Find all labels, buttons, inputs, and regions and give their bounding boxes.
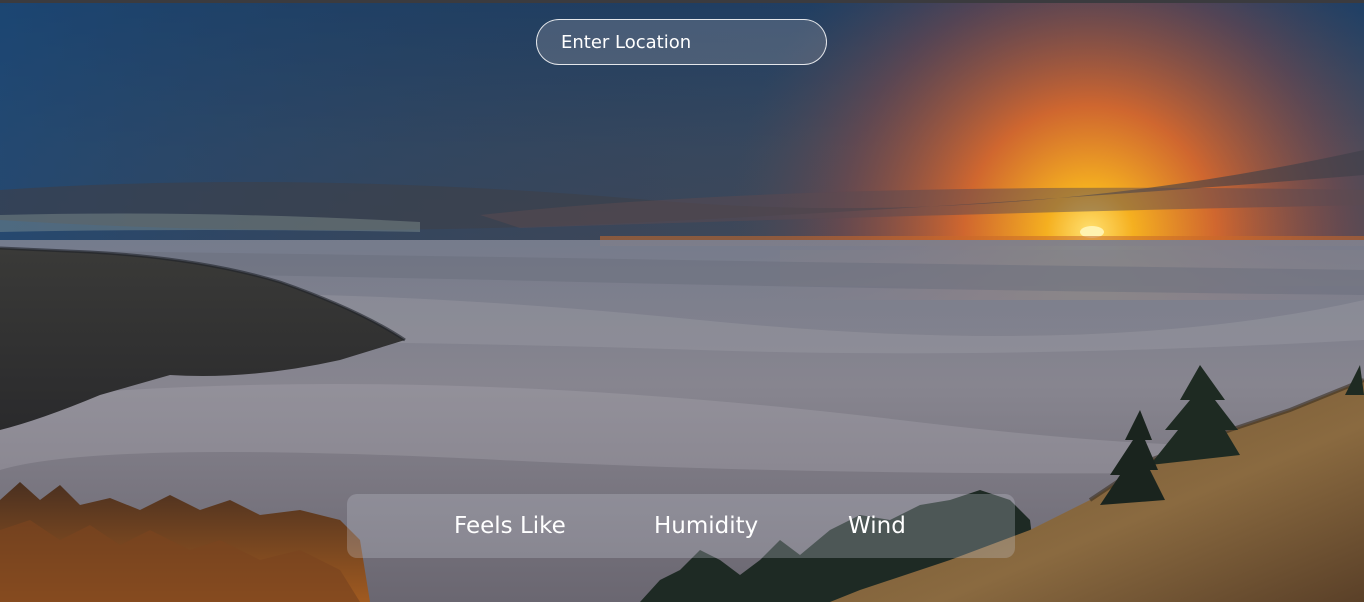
- weather-stats-bar: Feels Like Humidity Wind: [347, 494, 1015, 558]
- window-top-border: [0, 0, 1364, 3]
- wind-label: Wind: [848, 513, 906, 539]
- location-search-box[interactable]: [536, 19, 827, 65]
- feels-like-label: Feels Like: [454, 513, 566, 539]
- humidity-label: Humidity: [654, 513, 759, 539]
- location-input[interactable]: [537, 20, 826, 64]
- weather-app: Feels Like Humidity Wind: [0, 0, 1364, 602]
